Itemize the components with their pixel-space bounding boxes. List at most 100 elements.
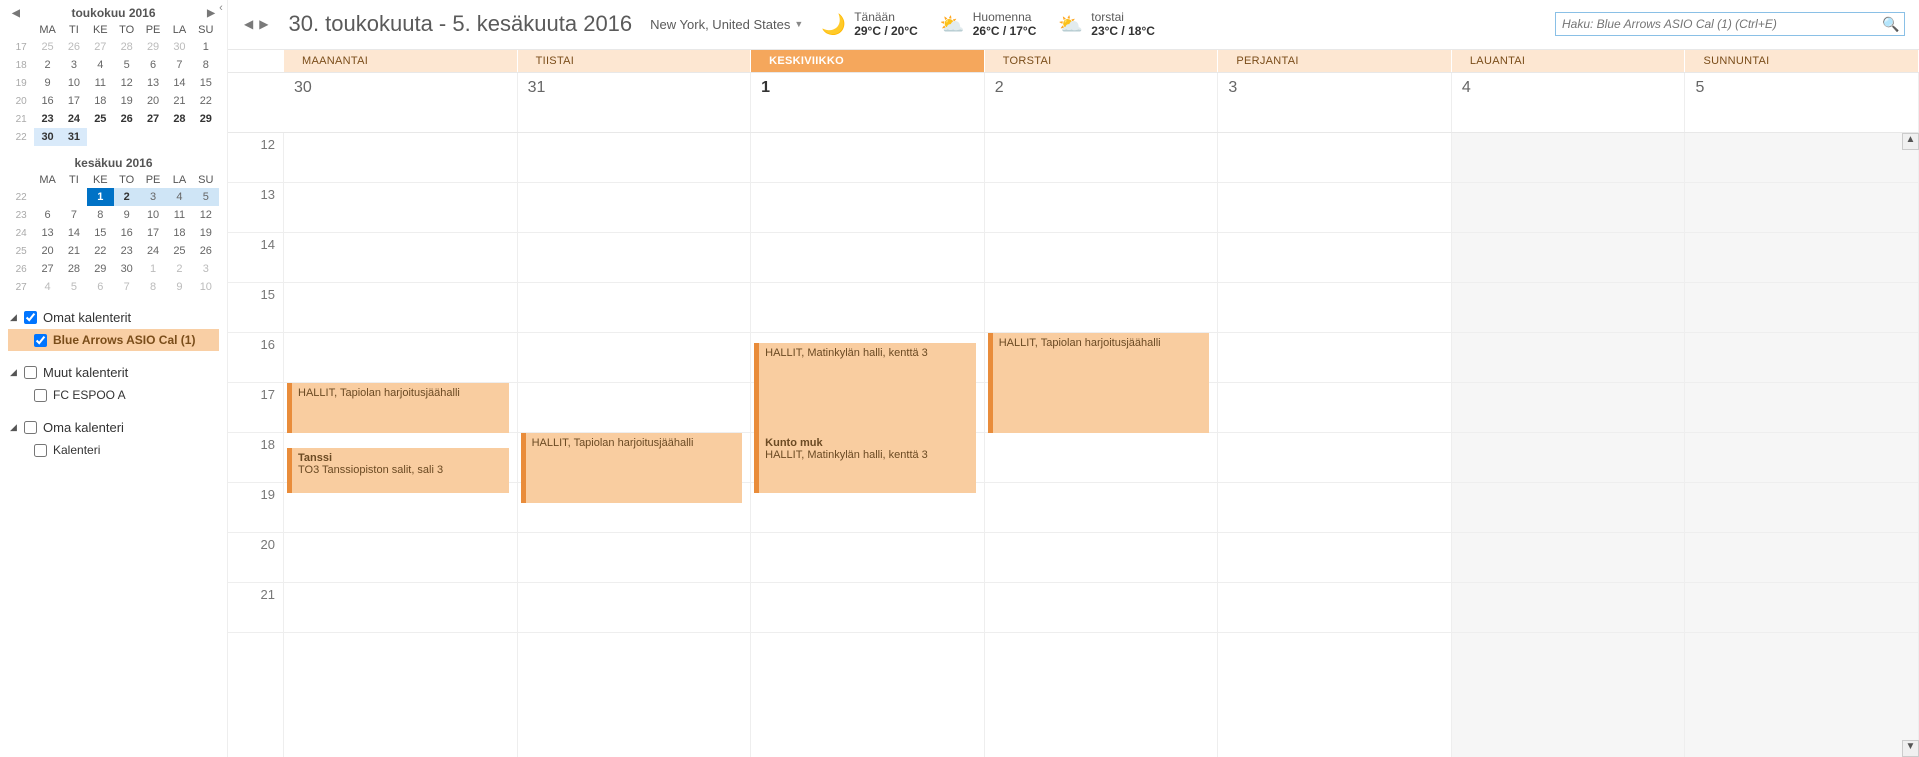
mini-cal-day[interactable]: 27 — [34, 260, 60, 278]
mini-cal-day[interactable]: 12 — [193, 206, 219, 224]
day-column[interactable]: HALLIT, Tapiolan harjoitusjäähalliTanssi… — [284, 133, 518, 757]
mini-cal-day[interactable]: 30 — [114, 260, 140, 278]
calendar-event[interactable]: HALLIT, Tapiolan harjoitusjäähalli — [521, 433, 743, 503]
mini-cal-day[interactable]: 25 — [166, 242, 192, 260]
mini-cal-day[interactable]: 1 — [140, 260, 166, 278]
mini-cal-day[interactable]: 28 — [114, 38, 140, 56]
mini-cal-day[interactable] — [34, 188, 60, 206]
date-header[interactable]: 1 — [751, 73, 985, 132]
weather-day[interactable]: ⛅torstai23°C / 18°C — [1058, 10, 1155, 39]
mini-cal-day[interactable]: 4 — [87, 56, 113, 74]
date-header[interactable]: 4 — [1452, 73, 1686, 132]
mini-cal-day[interactable]: 22 — [193, 92, 219, 110]
cal-group-header[interactable]: ◢Muut kalenterit — [8, 361, 219, 384]
mini-cal-day[interactable]: 10 — [140, 206, 166, 224]
mini-cal-day[interactable]: 17 — [140, 224, 166, 242]
mini-cal-day[interactable]: 5 — [114, 56, 140, 74]
mini-cal-day[interactable]: 20 — [140, 92, 166, 110]
mini-cal-day[interactable]: 3 — [193, 260, 219, 278]
mini-cal-day[interactable]: 25 — [87, 110, 113, 128]
mini-cal-day[interactable]: 5 — [193, 188, 219, 206]
mini-cal-day[interactable]: 14 — [166, 74, 192, 92]
mini-cal-day[interactable] — [87, 128, 113, 146]
mini-cal-day[interactable]: 3 — [140, 188, 166, 206]
mini-cal-day[interactable]: 29 — [193, 110, 219, 128]
mini-cal-day[interactable]: 29 — [87, 260, 113, 278]
collapse-sidebar-icon[interactable]: ‹ — [214, 2, 228, 16]
mini-cal-day[interactable]: 26 — [193, 242, 219, 260]
weather-day[interactable]: ⛅Huomenna26°C / 17°C — [940, 10, 1037, 39]
mini-cal-day[interactable]: 10 — [193, 278, 219, 296]
mini-cal-day[interactable]: 8 — [87, 206, 113, 224]
mini-cal-day[interactable]: 31 — [61, 128, 87, 146]
mini-cal-day[interactable]: 26 — [61, 38, 87, 56]
day-column[interactable] — [1218, 133, 1452, 757]
mini-cal-day[interactable]: 27 — [140, 110, 166, 128]
mini-cal-day[interactable]: 3 — [61, 56, 87, 74]
mini-cal-day[interactable]: 6 — [140, 56, 166, 74]
date-header[interactable]: 31 — [518, 73, 752, 132]
mini-cal-day[interactable]: 1 — [87, 188, 113, 206]
cal-item[interactable]: Kalenteri — [8, 439, 219, 461]
mini-cal-day[interactable]: 21 — [166, 92, 192, 110]
mini-cal-day[interactable]: 7 — [166, 56, 192, 74]
mini-cal-day[interactable]: 1 — [193, 38, 219, 56]
mini-cal-day[interactable]: 10 — [61, 74, 87, 92]
mini-cal-day[interactable]: 5 — [61, 278, 87, 296]
mini-cal-day[interactable]: 9 — [34, 74, 60, 92]
mini-cal-day[interactable]: 8 — [140, 278, 166, 296]
mini-cal-day[interactable]: 25 — [34, 38, 60, 56]
mini-cal-day[interactable]: 16 — [114, 224, 140, 242]
prev-month-icon[interactable]: ◀ — [8, 8, 24, 19]
mini-cal-day[interactable]: 30 — [166, 38, 192, 56]
cal-item-checkbox[interactable] — [34, 389, 47, 402]
day-column[interactable] — [1452, 133, 1686, 757]
calendar-event[interactable]: HALLIT, Matinkylän halli, kenttä 3 — [754, 343, 976, 433]
mini-cal-day[interactable]: 19 — [193, 224, 219, 242]
cal-item-checkbox[interactable] — [34, 334, 47, 347]
mini-cal-day[interactable]: 7 — [114, 278, 140, 296]
search-box[interactable]: 🔍 — [1555, 12, 1905, 36]
mini-cal-day[interactable]: 23 — [34, 110, 60, 128]
mini-cal-day[interactable]: 24 — [61, 110, 87, 128]
cal-item[interactable]: FC ESPOO A — [8, 384, 219, 406]
date-header[interactable]: 30 — [284, 73, 518, 132]
mini-cal-day[interactable]: 17 — [61, 92, 87, 110]
mini-cal-day[interactable]: 26 — [114, 110, 140, 128]
day-column[interactable] — [1685, 133, 1919, 757]
mini-cal-day[interactable]: 20 — [34, 242, 60, 260]
prev-week-icon[interactable]: ◀ — [242, 15, 255, 33]
mini-cal-day[interactable]: 27 — [87, 38, 113, 56]
mini-cal-day[interactable]: 8 — [193, 56, 219, 74]
calendar-event[interactable]: TanssiTO3 Tanssiopiston salit, sali 3 — [287, 448, 509, 493]
mini-cal-day[interactable]: 28 — [166, 110, 192, 128]
cal-group-checkbox[interactable] — [24, 366, 37, 379]
location-picker[interactable]: New York, United States ▼ — [650, 17, 803, 32]
mini-cal-day[interactable]: 23 — [114, 242, 140, 260]
mini-cal-day[interactable]: 2 — [114, 188, 140, 206]
mini-cal-day[interactable]: 11 — [87, 74, 113, 92]
mini-cal-day[interactable]: 13 — [140, 74, 166, 92]
search-input[interactable] — [1556, 17, 1878, 31]
weather-day[interactable]: 🌙Tänään29°C / 20°C — [821, 10, 918, 39]
search-icon[interactable]: 🔍 — [1878, 16, 1904, 33]
day-column[interactable]: HALLIT, Tapiolan harjoitusjäähalli — [518, 133, 752, 757]
mini-cal-day[interactable]: 19 — [114, 92, 140, 110]
day-column[interactable]: HALLIT, Tapiolan harjoitusjäähalli — [985, 133, 1219, 757]
scroll-up-icon[interactable]: ▲ — [1902, 133, 1919, 150]
calendar-event[interactable]: Kunto mukHALLIT, Matinkylän halli, kentt… — [754, 433, 976, 493]
mini-cal-day[interactable]: 15 — [193, 74, 219, 92]
date-header[interactable]: 2 — [985, 73, 1219, 132]
mini-cal-day[interactable]: 28 — [61, 260, 87, 278]
cal-group-header[interactable]: ◢Oma kalenteri — [8, 416, 219, 439]
mini-cal-day[interactable] — [193, 128, 219, 146]
scroll-down-icon[interactable]: ▼ — [1902, 740, 1919, 757]
calendar-event[interactable]: HALLIT, Tapiolan harjoitusjäähalli — [988, 333, 1210, 433]
mini-cal-day[interactable] — [114, 128, 140, 146]
cal-item-checkbox[interactable] — [34, 444, 47, 457]
mini-cal-day[interactable]: 4 — [166, 188, 192, 206]
mini-cal-day[interactable]: 14 — [61, 224, 87, 242]
mini-cal-day[interactable]: 6 — [87, 278, 113, 296]
mini-cal-day[interactable] — [140, 128, 166, 146]
mini-cal-day[interactable]: 16 — [34, 92, 60, 110]
